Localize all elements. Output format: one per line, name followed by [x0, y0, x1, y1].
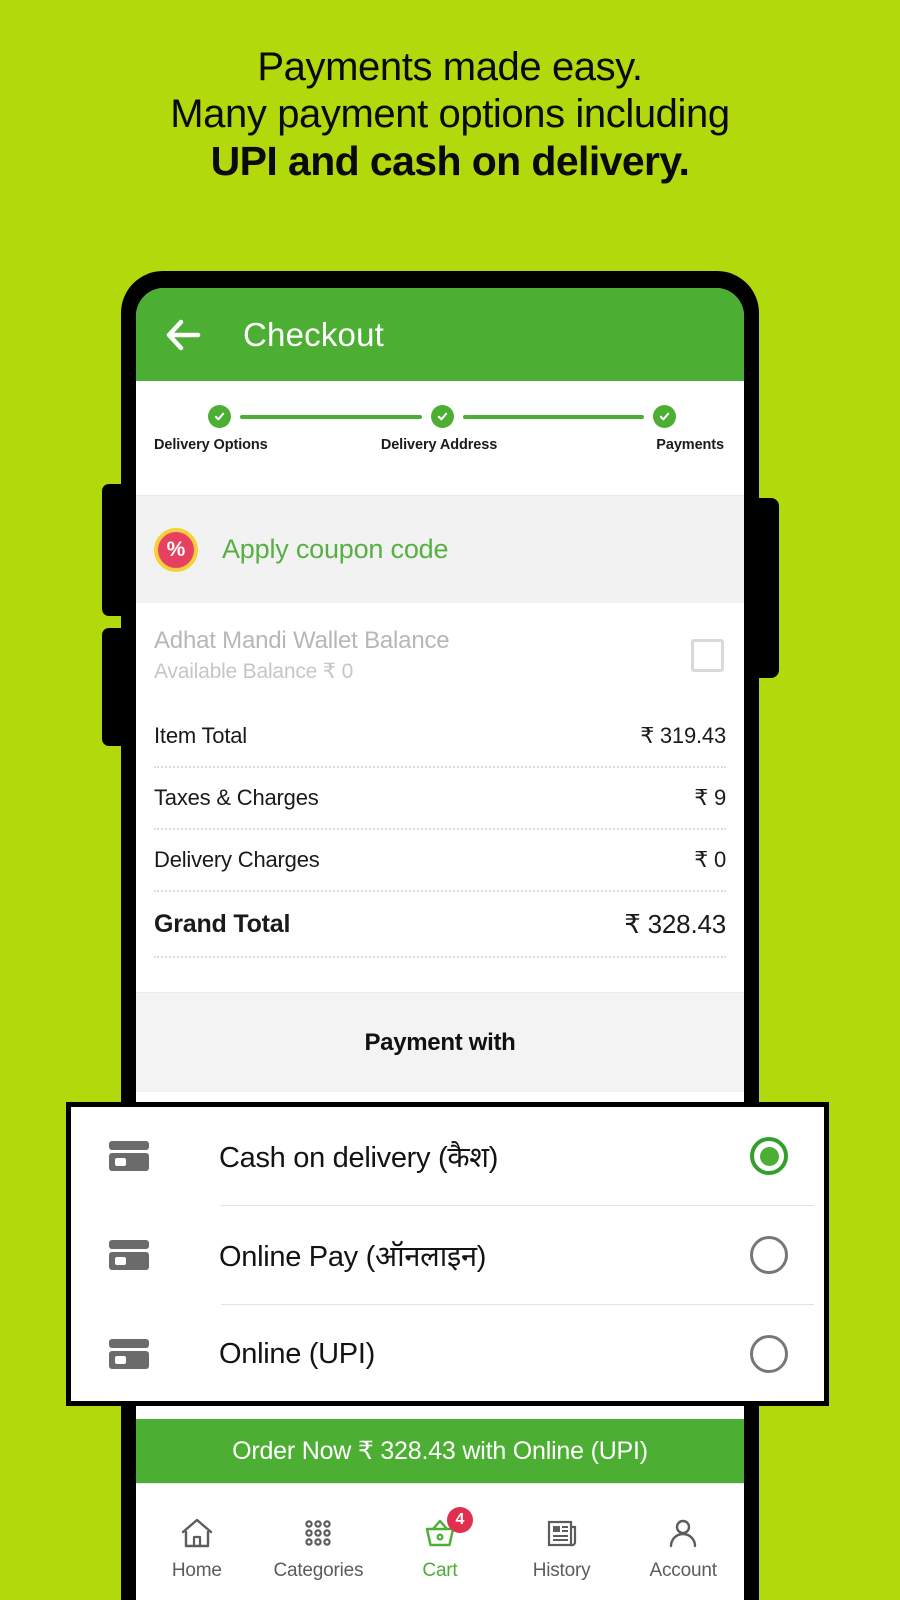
basket-icon: 4 — [421, 1506, 473, 1552]
payment-with-header: Payment with — [136, 992, 744, 1092]
check-icon — [214, 412, 225, 421]
bottom-navigation: Home Categories 4 Cart History Account — [136, 1483, 744, 1600]
stepper-track — [150, 405, 730, 428]
step-label-payments: Payments — [656, 437, 724, 453]
item-total-value: ₹ 319.43 — [640, 723, 726, 748]
table-row: Item Total ₹ 319.43 — [154, 706, 726, 768]
nav-item-account[interactable]: Account — [622, 1484, 744, 1600]
cart-badge: 4 — [446, 1506, 473, 1533]
step-label-delivery-address: Delivery Address — [380, 437, 498, 453]
order-now-button[interactable]: Order Now ₹ 328.43 with Online (UPI) — [136, 1419, 744, 1483]
wallet-text-group: Adhat Mandi Wallet Balance Available Bal… — [154, 627, 450, 684]
radio-inner-dot — [759, 1146, 779, 1166]
check-icon — [659, 412, 670, 421]
nav-item-home[interactable]: Home — [136, 1484, 258, 1600]
promo-line-3: UPI and cash on delivery. — [210, 137, 690, 184]
person-icon — [664, 1514, 702, 1552]
nav-item-categories[interactable]: Categories — [258, 1484, 380, 1600]
percent-icon: % — [154, 527, 198, 572]
step-indicator-delivery-options[interactable] — [208, 405, 231, 428]
payment-with-title: Payment with — [364, 1028, 516, 1056]
back-arrow-icon[interactable] — [165, 318, 205, 352]
step-indicator-payments[interactable] — [653, 405, 676, 428]
order-now-label: Order Now ₹ 328.43 with Online (UPI) — [232, 1437, 648, 1465]
nav-item-cart[interactable]: 4 Cart — [379, 1484, 501, 1600]
wallet-available-balance: Available Balance ₹ 0 — [154, 660, 354, 683]
delivery-charges-value: ₹ 0 — [694, 847, 726, 872]
nav-label-home: Home — [171, 1559, 222, 1581]
grid-icon — [299, 1514, 337, 1552]
nav-label-categories: Categories — [273, 1559, 364, 1581]
checkout-stepper: Delivery Options Delivery Address Paymen… — [136, 381, 744, 495]
payment-radio-online-upi[interactable] — [750, 1335, 788, 1373]
home-icon — [178, 1514, 216, 1552]
nav-label-account: Account — [649, 1559, 717, 1581]
credit-card-icon — [109, 1240, 149, 1270]
promo-line-1: Payments made easy. — [257, 45, 643, 89]
volume-up-button[interactable] — [102, 484, 124, 616]
payment-radio-online-pay[interactable] — [750, 1236, 788, 1274]
taxes-charges-label: Taxes & Charges — [154, 785, 319, 810]
promo-line-2: Many payment options including — [170, 91, 730, 136]
credit-card-icon — [109, 1141, 149, 1171]
payment-option-online-pay[interactable]: Online Pay (ऑनलाइन) — [71, 1206, 824, 1304]
stepper-connector-1 — [240, 414, 422, 419]
grand-total-value: ₹ 328.43 — [624, 908, 726, 939]
news-icon — [543, 1514, 581, 1552]
apply-coupon-row[interactable]: % Apply coupon code — [136, 495, 744, 603]
order-summary: Item Total ₹ 319.43 Taxes & Charges ₹ 9 … — [136, 706, 744, 958]
stepper-connector-2 — [462, 414, 644, 419]
volume-down-button[interactable] — [102, 628, 124, 746]
taxes-charges-value: ₹ 9 — [694, 785, 726, 810]
table-row: Taxes & Charges ₹ 9 — [154, 768, 726, 830]
promo-headline: Payments made easy. Many payment options… — [0, 44, 900, 186]
item-total-label: Item Total — [154, 723, 247, 748]
delivery-charges-label: Delivery Charges — [154, 847, 320, 872]
payment-option-label: Online (UPI) — [219, 1337, 375, 1370]
page-title: Checkout — [243, 315, 385, 353]
stepper-labels: Delivery Options Delivery Address Paymen… — [150, 437, 730, 453]
grand-total-label: Grand Total — [154, 909, 291, 938]
nav-label-history: History — [532, 1559, 591, 1581]
payment-options-overlay: Cash on delivery (कैश) Online Pay (ऑनलाइ… — [66, 1102, 829, 1406]
table-row: Delivery Charges ₹ 0 — [154, 830, 726, 892]
table-row-grand-total: Grand Total ₹ 328.43 — [154, 892, 726, 958]
payment-option-label: Cash on delivery (कैश) — [219, 1141, 499, 1174]
payment-option-cash-on-delivery[interactable]: Cash on delivery (कैश) — [71, 1107, 824, 1205]
power-button[interactable] — [757, 498, 779, 678]
payment-option-online-upi[interactable]: Online (UPI) — [71, 1305, 824, 1403]
apply-coupon-label: Apply coupon code — [222, 534, 449, 564]
credit-card-icon — [109, 1339, 149, 1369]
wallet-balance-row[interactable]: Adhat Mandi Wallet Balance Available Bal… — [136, 603, 744, 706]
wallet-checkbox[interactable] — [691, 639, 724, 672]
payment-radio-cash-on-delivery[interactable] — [750, 1137, 788, 1175]
wallet-title: Adhat Mandi Wallet Balance — [154, 627, 450, 654]
check-icon — [437, 412, 447, 421]
payment-option-label: Online Pay (ऑनलाइन) — [219, 1240, 487, 1273]
summary-spacer — [136, 958, 744, 992]
nav-label-cart: Cart — [422, 1559, 458, 1581]
app-bar: Checkout — [136, 288, 744, 381]
step-indicator-delivery-address[interactable] — [430, 405, 454, 428]
step-label-delivery-options: Delivery Options — [154, 437, 268, 453]
nav-item-history[interactable]: History — [501, 1484, 623, 1600]
